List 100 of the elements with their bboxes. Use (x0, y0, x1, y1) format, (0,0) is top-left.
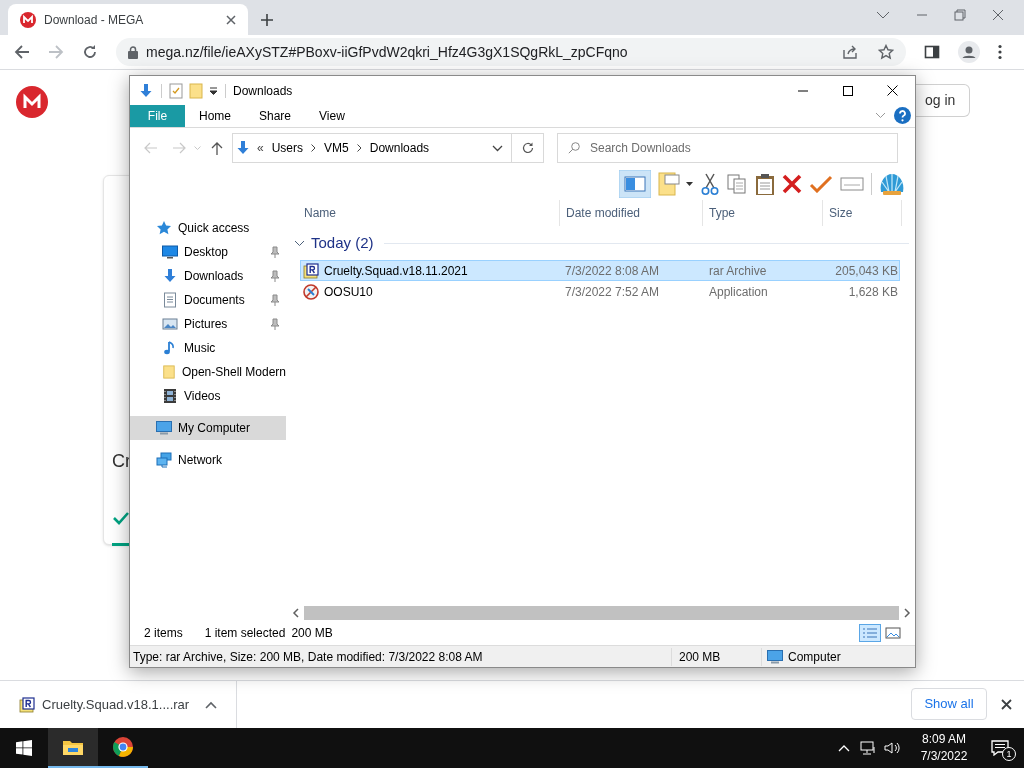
address-bar[interactable]: « Users VM5 Downloads (232, 133, 512, 163)
status-size: 200 MB (291, 625, 333, 642)
status-selection: 1 item selected (204, 625, 286, 642)
search-icon (568, 142, 580, 154)
computer-monitor-icon (156, 420, 172, 436)
close-icon[interactable] (887, 85, 898, 96)
menu-icon[interactable] (998, 44, 1002, 60)
breadcrumb-item[interactable]: Downloads (369, 139, 430, 157)
shell-icon[interactable] (879, 172, 905, 196)
document-icon (162, 292, 178, 308)
file-size: 1,628 KB (847, 283, 898, 301)
dropdown-icon[interactable] (209, 86, 218, 95)
column-header[interactable]: Name (290, 200, 559, 226)
nav-item[interactable]: Documents (130, 288, 286, 312)
close-icon[interactable] (226, 14, 236, 25)
chevron-right-icon (356, 144, 362, 152)
pin-icon[interactable] (270, 318, 280, 330)
paste-icon[interactable] (755, 173, 775, 195)
refresh-icon (521, 142, 534, 154)
scroll-left-icon[interactable] (292, 608, 300, 618)
dropdown-icon[interactable] (492, 144, 503, 152)
copy-icon[interactable] (726, 173, 748, 195)
profile-avatar-icon[interactable] (958, 41, 980, 63)
folder-icon[interactable] (62, 738, 84, 756)
lock-icon (128, 45, 138, 59)
new-tab-icon[interactable] (260, 12, 274, 27)
browser-tab[interactable]: Download - MEGA (8, 4, 248, 35)
file-type: Application (708, 283, 769, 301)
nav-item[interactable]: Videos (130, 384, 286, 408)
login-button[interactable]: og in (915, 84, 971, 117)
clock-date: 7/3/2022 (920, 748, 968, 765)
nav-item[interactable]: Network (130, 448, 286, 472)
nav-item[interactable]: Pictures (130, 312, 286, 336)
share-icon[interactable] (842, 44, 858, 60)
star-icon[interactable] (878, 44, 894, 60)
file-row[interactable]: OOSU10 7/3/2022 7:52 AM Application 1,628 KB (300, 281, 900, 302)
column-header[interactable]: Type (702, 200, 822, 226)
download-arrow-icon (235, 140, 251, 156)
window-title: Downloads (233, 82, 293, 100)
pin-icon[interactable] (270, 246, 280, 258)
address-field[interactable]: mega.nz/file/ieAXySTZ#PBoxv-iiGfPvdW2qkri_Hfz4G3gX1SQgRkL_zpCFqno (116, 38, 906, 66)
checkmark-icon[interactable] (809, 175, 833, 193)
notifications-icon[interactable] (991, 740, 1009, 756)
chrome-icon[interactable] (112, 736, 134, 758)
clock-time: 8:09 AM (922, 731, 966, 748)
breadcrumb-item[interactable]: Users (271, 139, 304, 157)
show-all-button[interactable]: Show all (911, 688, 987, 720)
nav-item[interactable]: My Computer (130, 416, 286, 440)
download-filename: Cruelty.Squad.v18.1....rar (42, 695, 191, 714)
nav-item[interactable]: Music (130, 336, 286, 360)
help-icon[interactable] (894, 107, 911, 124)
up-arrow-icon[interactable] (211, 141, 223, 155)
checkmark-icon (113, 511, 129, 525)
file-row[interactable]: Cruelty.Squad.v18.11.2021 7/3/2022 8:08 AM rar Archive 205,043 KB (300, 260, 900, 281)
nav-item[interactable]: Downloads (130, 264, 286, 288)
volume-icon[interactable] (884, 741, 902, 755)
expand-ribbon-icon[interactable] (875, 112, 886, 119)
desktop-icon (162, 244, 178, 260)
reload-icon[interactable] (82, 44, 98, 60)
chevron-down-icon[interactable] (876, 10, 890, 20)
details-info: Type: rar Archive, Size: 200 MB, Date modified: 7/3/2022 8:08 AM (130, 647, 672, 666)
pictures-icon (162, 316, 178, 332)
close-icon[interactable] (1001, 699, 1012, 710)
group-header[interactable]: Today (2) (311, 231, 374, 255)
column-header[interactable]: Date modified (559, 200, 702, 226)
url-text: mega.nz/file/ieAXySTZ#PBoxv-iiGfPvdW2qkri_Hfz4G3gX1SQgRkL_zpCFqno (146, 42, 629, 62)
tab-title: Download - MEGA (44, 11, 145, 29)
nav-item[interactable]: Desktop (130, 240, 286, 264)
large-icons-view-icon[interactable] (883, 624, 903, 642)
mega-logo-icon (20, 11, 36, 28)
back-icon[interactable] (14, 44, 30, 60)
file-date: 7/3/2022 7:52 AM (564, 283, 661, 301)
network-icon (156, 452, 172, 468)
properties-checklist-icon[interactable] (169, 82, 183, 99)
pin-icon[interactable] (270, 270, 280, 282)
preview-pane-icon[interactable] (619, 170, 651, 198)
breadcrumb-overflow[interactable]: « (257, 139, 264, 157)
refresh-button[interactable] (512, 133, 544, 163)
side-panel-icon[interactable] (924, 44, 940, 60)
scrollbar-thumb[interactable] (304, 606, 899, 620)
network-icon[interactable] (860, 741, 876, 755)
column-header[interactable]: Size (822, 200, 902, 226)
nav-item[interactable]: Quick access (130, 216, 286, 240)
status-items: 2 items (144, 625, 183, 642)
star-icon (156, 220, 172, 236)
restore-icon[interactable] (954, 9, 966, 21)
cut-icon[interactable] (701, 173, 719, 195)
breadcrumb-item[interactable]: VM5 (324, 139, 349, 157)
download-arrow-icon[interactable] (138, 82, 154, 99)
file-type: rar Archive (708, 262, 768, 280)
search-field[interactable]: Search Downloads (557, 133, 898, 163)
windows-start-icon[interactable] (16, 740, 32, 756)
mega-logo-icon[interactable] (16, 86, 48, 118)
delete-icon[interactable] (782, 174, 802, 194)
chevron-up-icon[interactable] (205, 700, 217, 709)
file-date: 7/3/2022 8:08 AM (564, 262, 661, 280)
scroll-right-icon[interactable] (903, 608, 911, 618)
pin-icon[interactable] (270, 294, 280, 306)
nav-item[interactable]: Open-Shell Modern (130, 360, 286, 384)
maximize-icon[interactable] (842, 85, 853, 96)
